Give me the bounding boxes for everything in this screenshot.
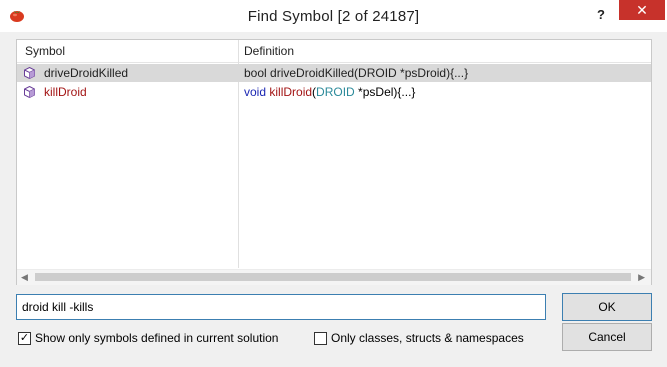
only-classes-checkbox[interactable] bbox=[314, 332, 327, 345]
close-button[interactable]: ✕ bbox=[619, 0, 665, 20]
title-bar: Find Symbol [2 of 24187] ? ✕ bbox=[0, 0, 667, 32]
column-header-definition[interactable]: Definition bbox=[244, 44, 294, 58]
scroll-right-icon[interactable]: ▶ bbox=[638, 272, 645, 283]
show-only-solution-label[interactable]: Show only symbols defined in current sol… bbox=[35, 331, 278, 345]
search-input[interactable] bbox=[16, 294, 546, 320]
scroll-left-icon[interactable]: ◀ bbox=[21, 272, 28, 283]
function-cube-icon bbox=[24, 86, 35, 98]
definition-rest: *psDel){...} bbox=[354, 85, 416, 99]
only-classes-label[interactable]: Only classes, structs & namespaces bbox=[331, 331, 524, 345]
symbol-name: killDroid bbox=[44, 85, 87, 99]
definition-type: DROID bbox=[316, 85, 355, 99]
only-classes-option[interactable]: Only classes, structs & namespaces bbox=[314, 331, 534, 347]
ok-button[interactable]: OK bbox=[562, 293, 652, 321]
symbol-definition: bool driveDroidKilled(DROID *psDroid){..… bbox=[244, 66, 469, 80]
horizontal-scrollbar[interactable]: ◀ ▶ bbox=[17, 269, 651, 285]
column-header-symbol[interactable]: Symbol bbox=[25, 44, 65, 58]
cancel-button[interactable]: Cancel bbox=[562, 323, 652, 351]
help-button[interactable]: ? bbox=[590, 4, 612, 26]
window-title: Find Symbol [2 of 24187] bbox=[247, 8, 420, 25]
list-item[interactable]: driveDroidKilled bool driveDroidKilled(D… bbox=[17, 64, 651, 82]
function-cube-icon bbox=[24, 67, 35, 79]
list-header: Symbol Definition bbox=[17, 40, 651, 63]
show-only-solution-checkbox[interactable]: ✓ bbox=[18, 332, 31, 345]
scrollbar-thumb[interactable] bbox=[35, 273, 631, 281]
symbol-name: driveDroidKilled bbox=[44, 66, 129, 80]
symbol-definition: void killDroid(DROID *psDel){...} bbox=[244, 85, 415, 99]
list-item[interactable]: killDroid void killDroid(DROID *psDel){.… bbox=[17, 83, 651, 101]
definition-function: killDroid bbox=[269, 85, 313, 99]
find-symbol-dialog: Find Symbol [2 of 24187] ? ✕ Symbol Defi… bbox=[0, 0, 667, 367]
show-only-solution-option[interactable]: ✓ Show only symbols defined in current s… bbox=[18, 331, 288, 347]
definition-keyword: void bbox=[244, 85, 267, 99]
symbol-list[interactable]: Symbol Definition driveDroidKilled bool … bbox=[16, 39, 652, 285]
